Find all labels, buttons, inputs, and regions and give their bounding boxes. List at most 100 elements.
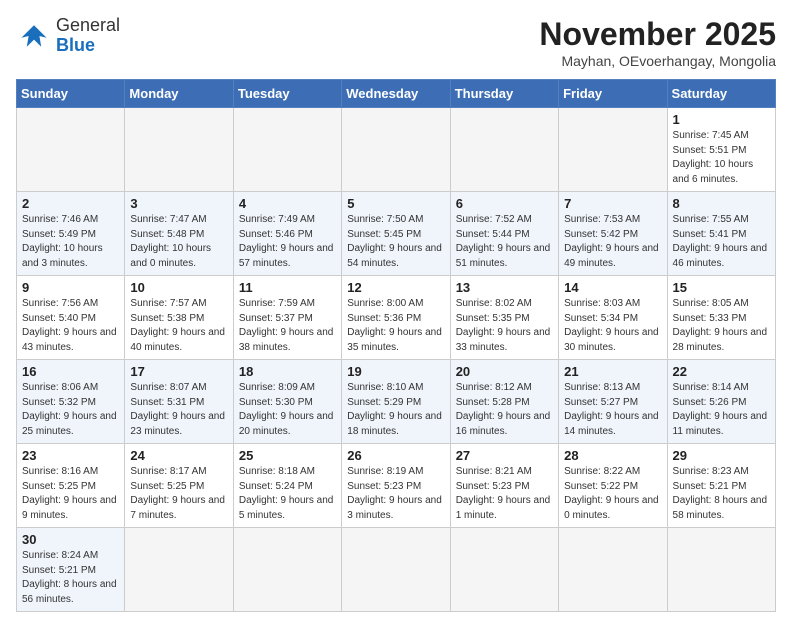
day-number: 29 — [673, 448, 770, 463]
day-info: Sunrise: 8:12 AM Sunset: 5:28 PM Dayligh… — [456, 381, 553, 439]
day-number: 4 — [239, 196, 336, 211]
day-info: Sunrise: 8:06 AM Sunset: 5:32 PM Dayligh… — [22, 381, 119, 439]
calendar-cell: 27 Sunrise: 8:21 AM Sunset: 5:23 PM Dayli… — [450, 444, 558, 528]
month-title: November 2025 — [539, 16, 776, 53]
calendar-cell — [17, 108, 125, 192]
day-info: Sunrise: 7:47 AM Sunset: 5:48 PM Dayligh… — [130, 213, 227, 271]
day-info: Sunrise: 8:14 AM Sunset: 5:26 PM Dayligh… — [673, 381, 770, 439]
weekday-header-row: SundayMondayTuesdayWednesdayThursdayFrid… — [17, 80, 776, 108]
calendar-cell — [233, 108, 341, 192]
calendar-week-row: 1 Sunrise: 7:45 AM Sunset: 5:51 PM Daylig… — [17, 108, 776, 192]
calendar-cell — [342, 528, 450, 612]
weekday-header-sunday: Sunday — [17, 80, 125, 108]
day-info: Sunrise: 7:53 AM Sunset: 5:42 PM Dayligh… — [564, 213, 661, 271]
calendar-cell: 11Sunrise: 7:59 AM Sunset: 5:37 PM Dayli… — [233, 276, 341, 360]
weekday-header-tuesday: Tuesday — [233, 80, 341, 108]
day-info: Sunrise: 8:02 AM Sunset: 5:35 PM Dayligh… — [456, 297, 553, 355]
day-info: Sunrise: 7:50 AM Sunset: 5:45 PM Dayligh… — [347, 213, 444, 271]
day-number: 30 — [22, 532, 119, 547]
day-number: 15 — [673, 280, 770, 295]
day-number: 23 — [22, 448, 119, 463]
calendar-cell: 4 Sunrise: 7:49 AM Sunset: 5:46 PM Daylig… — [233, 192, 341, 276]
calendar-cell: 6Sunrise: 7:52 AM Sunset: 5:44 PM Daylig… — [450, 192, 558, 276]
day-info: Sunrise: 8:19 AM Sunset: 5:23 PM Dayligh… — [347, 465, 444, 523]
day-info: Sunrise: 7:45 AM Sunset: 5:51 PM Dayligh… — [673, 129, 770, 187]
calendar-cell: 5 Sunrise: 7:50 AM Sunset: 5:45 PM Daylig… — [342, 192, 450, 276]
calendar-cell: 13 Sunrise: 8:02 AM Sunset: 5:35 PM Dayli… — [450, 276, 558, 360]
calendar-cell: 23 Sunrise: 8:16 AM Sunset: 5:25 PM Dayli… — [17, 444, 125, 528]
day-number: 28 — [564, 448, 661, 463]
day-info: Sunrise: 8:10 AM Sunset: 5:29 PM Dayligh… — [347, 381, 444, 439]
weekday-header-saturday: Saturday — [667, 80, 775, 108]
day-info: Sunrise: 7:56 AM Sunset: 5:40 PM Dayligh… — [22, 297, 119, 355]
calendar-cell: 1 Sunrise: 7:45 AM Sunset: 5:51 PM Daylig… — [667, 108, 775, 192]
day-number: 25 — [239, 448, 336, 463]
calendar-cell: 22Sunrise: 8:14 AM Sunset: 5:26 PM Dayli… — [667, 360, 775, 444]
calendar-week-row: 16 Sunrise: 8:06 AM Sunset: 5:32 PM Dayli… — [17, 360, 776, 444]
calendar-cell: 16 Sunrise: 8:06 AM Sunset: 5:32 PM Dayli… — [17, 360, 125, 444]
day-info: Sunrise: 8:03 AM Sunset: 5:34 PM Dayligh… — [564, 297, 661, 355]
day-info: Sunrise: 7:55 AM Sunset: 5:41 PM Dayligh… — [673, 213, 770, 271]
calendar-week-row: 2Sunrise: 7:46 AM Sunset: 5:49 PM Daylig… — [17, 192, 776, 276]
calendar-week-row: 23 Sunrise: 8:16 AM Sunset: 5:25 PM Dayli… — [17, 444, 776, 528]
page-header: General Blue November 2025 Mayhan, OEvoe… — [16, 16, 776, 69]
calendar-cell: 9 Sunrise: 7:56 AM Sunset: 5:40 PM Daylig… — [17, 276, 125, 360]
calendar-cell: 18Sunrise: 8:09 AM Sunset: 5:30 PM Dayli… — [233, 360, 341, 444]
calendar-cell: 28Sunrise: 8:22 AM Sunset: 5:22 PM Dayli… — [559, 444, 667, 528]
calendar-cell: 10Sunrise: 7:57 AM Sunset: 5:38 PM Dayli… — [125, 276, 233, 360]
day-info: Sunrise: 8:17 AM Sunset: 5:25 PM Dayligh… — [130, 465, 227, 523]
calendar-cell: 24 Sunrise: 8:17 AM Sunset: 5:25 PM Dayli… — [125, 444, 233, 528]
calendar-cell: 17 Sunrise: 8:07 AM Sunset: 5:31 PM Dayli… — [125, 360, 233, 444]
calendar-cell — [667, 528, 775, 612]
calendar-cell — [450, 108, 558, 192]
calendar-cell — [450, 528, 558, 612]
logo-text: General Blue — [56, 16, 120, 56]
day-info: Sunrise: 7:57 AM Sunset: 5:38 PM Dayligh… — [130, 297, 227, 355]
calendar-cell — [559, 108, 667, 192]
logo: General Blue — [16, 16, 120, 56]
calendar-cell — [559, 528, 667, 612]
day-number: 3 — [130, 196, 227, 211]
calendar-cell: 15 Sunrise: 8:05 AM Sunset: 5:33 PM Dayli… — [667, 276, 775, 360]
day-number: 13 — [456, 280, 553, 295]
day-info: Sunrise: 8:16 AM Sunset: 5:25 PM Dayligh… — [22, 465, 119, 523]
weekday-header-wednesday: Wednesday — [342, 80, 450, 108]
day-number: 16 — [22, 364, 119, 379]
calendar-cell: 12 Sunrise: 8:00 AM Sunset: 5:36 PM Dayli… — [342, 276, 450, 360]
calendar-cell: 14Sunrise: 8:03 AM Sunset: 5:34 PM Dayli… — [559, 276, 667, 360]
weekday-header-thursday: Thursday — [450, 80, 558, 108]
day-number: 2 — [22, 196, 119, 211]
day-number: 12 — [347, 280, 444, 295]
day-number: 6 — [456, 196, 553, 211]
day-number: 18 — [239, 364, 336, 379]
calendar-cell: 8Sunrise: 7:55 AM Sunset: 5:41 PM Daylig… — [667, 192, 775, 276]
day-info: Sunrise: 8:00 AM Sunset: 5:36 PM Dayligh… — [347, 297, 444, 355]
day-info: Sunrise: 8:05 AM Sunset: 5:33 PM Dayligh… — [673, 297, 770, 355]
calendar-cell: 21Sunrise: 8:13 AM Sunset: 5:27 PM Dayli… — [559, 360, 667, 444]
day-number: 27 — [456, 448, 553, 463]
day-number: 5 — [347, 196, 444, 211]
calendar-week-row: 30Sunrise: 8:24 AM Sunset: 5:21 PM Dayli… — [17, 528, 776, 612]
calendar-week-row: 9 Sunrise: 7:56 AM Sunset: 5:40 PM Daylig… — [17, 276, 776, 360]
day-number: 1 — [673, 112, 770, 127]
day-number: 11 — [239, 280, 336, 295]
day-info: Sunrise: 8:21 AM Sunset: 5:23 PM Dayligh… — [456, 465, 553, 523]
day-number: 9 — [22, 280, 119, 295]
calendar-cell: 7 Sunrise: 7:53 AM Sunset: 5:42 PM Daylig… — [559, 192, 667, 276]
day-number: 21 — [564, 364, 661, 379]
calendar-cell — [125, 108, 233, 192]
day-info: Sunrise: 7:49 AM Sunset: 5:46 PM Dayligh… — [239, 213, 336, 271]
day-info: Sunrise: 8:23 AM Sunset: 5:21 PM Dayligh… — [673, 465, 770, 523]
weekday-header-friday: Friday — [559, 80, 667, 108]
day-number: 19 — [347, 364, 444, 379]
weekday-header-monday: Monday — [125, 80, 233, 108]
calendar-cell: 29 Sunrise: 8:23 AM Sunset: 5:21 PM Dayli… — [667, 444, 775, 528]
day-number: 17 — [130, 364, 227, 379]
day-number: 20 — [456, 364, 553, 379]
logo-icon — [16, 18, 52, 54]
calendar-cell: 2Sunrise: 7:46 AM Sunset: 5:49 PM Daylig… — [17, 192, 125, 276]
day-number: 24 — [130, 448, 227, 463]
calendar-cell — [342, 108, 450, 192]
day-number: 7 — [564, 196, 661, 211]
day-info: Sunrise: 8:07 AM Sunset: 5:31 PM Dayligh… — [130, 381, 227, 439]
